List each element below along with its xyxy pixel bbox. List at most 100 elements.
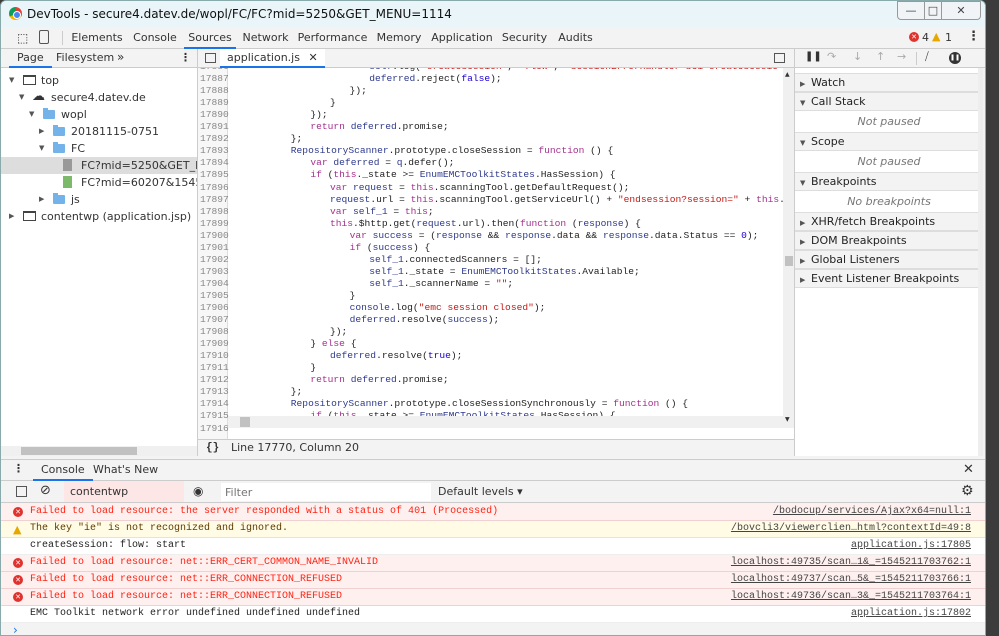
message-source-link[interactable]: localhost:49737/scan…5&_=1545211703766:1 <box>731 572 971 588</box>
editor-vertical-scrollbar[interactable]: ▲ ▼ <box>783 68 794 428</box>
tab-audits[interactable]: Audits <box>553 27 598 49</box>
step-icon[interactable]: → <box>897 50 906 63</box>
section-global-listeners[interactable]: ▶ Global Listeners <box>795 250 983 269</box>
navigator-menu-icon[interactable]: ⋮ <box>180 49 191 67</box>
folder-icon <box>53 142 65 153</box>
section-breakpoints[interactable]: ▼ Breakpoints <box>795 172 983 191</box>
console-prompt[interactable]: › <box>13 623 18 635</box>
tab-security[interactable]: Security <box>497 27 552 49</box>
maximize-button[interactable]: □ <box>924 1 942 20</box>
debugger-sidebar: ▶ Watch ▼ Call Stack Not paused ▼ Scope Not pau… <box>794 68 983 456</box>
collapsed-arrow-icon[interactable]: ▶ <box>9 208 14 225</box>
message-source-link[interactable]: application.js:17805 <box>851 538 971 554</box>
expanded-arrow-icon[interactable]: ▼ <box>19 89 24 106</box>
tree-item[interactable]: ▼ FC <box>1 140 197 157</box>
expanded-arrow-icon[interactable]: ▼ <box>39 140 44 157</box>
tab-network[interactable]: Network <box>237 27 294 49</box>
console-settings-icon[interactable]: ⚙ <box>961 483 974 499</box>
message-source-link[interactable]: /bovcli3/viewerclien…html?contextId=49:8 <box>731 521 971 537</box>
inspect-element-icon[interactable]: ⬚ <box>17 31 28 45</box>
tab-application[interactable]: Application <box>428 27 496 49</box>
debugger-scrollbar[interactable] <box>978 68 983 456</box>
tab-elements[interactable]: Elements <box>67 27 127 49</box>
collapsed-arrow-icon[interactable]: ▶ <box>39 123 44 140</box>
navigator-horizontal-scrollbar[interactable] <box>1 446 197 456</box>
section-event-listener-breakpoints[interactable]: ▶ Event Listener Breakpoints <box>795 269 983 288</box>
code-token: ( <box>361 241 373 253</box>
warning-count[interactable]: 1 <box>945 31 952 44</box>
deactivate-breakpoints-icon[interactable]: ⧸ <box>925 50 929 64</box>
code-text: var request = this.scanningTool.getDefau… <box>330 182 629 194</box>
tree-item[interactable]: ▶ contentwp (application.jsp) <box>1 208 197 225</box>
message-source-link[interactable]: /bodocup/services/Ajax?x64=null:1 <box>773 504 971 520</box>
section-label: Global Listeners <box>811 253 900 266</box>
tree-item[interactable]: FC?mid=60207&1545211670 <box>1 174 197 191</box>
section-dom-breakpoints[interactable]: ▶ DOM Breakpoints <box>795 231 983 250</box>
levels-dropdown[interactable]: Default levels ▾ <box>438 481 523 502</box>
pause-on-exceptions-icon[interactable]: ❚❚ <box>949 52 961 64</box>
section-watch[interactable]: ▶ Watch <box>795 73 983 92</box>
filter-input[interactable] <box>221 483 431 501</box>
collapsed-arrow-icon[interactable]: ▶ <box>39 191 44 208</box>
main-toolbar: ⬚ Elements Console Sources Network Performan… <box>1 27 985 49</box>
section-call-stack[interactable]: ▼ Call Stack <box>795 92 983 111</box>
tab-whats-new[interactable]: What's New <box>93 460 158 480</box>
expanded-arrow-icon[interactable]: ▼ <box>9 72 14 89</box>
drawer-menu-icon[interactable]: ⋮ <box>13 462 24 475</box>
tab-memory[interactable]: Memory <box>371 27 427 49</box>
empty-message: Not paused <box>857 155 921 168</box>
device-toolbar-icon[interactable] <box>39 30 49 44</box>
tree-item[interactable]: ▶ js <box>1 191 197 208</box>
toggle-navigator-icon[interactable] <box>205 53 216 63</box>
pretty-print-icon[interactable]: {} <box>206 440 219 456</box>
tree-item[interactable]: ▼ wopl <box>1 106 197 123</box>
minimize-button[interactable]: — <box>897 1 925 20</box>
section-scope[interactable]: ▼ Scope <box>795 132 983 151</box>
collapsed-arrow-icon: ▶ <box>800 80 806 88</box>
clear-console-icon[interactable]: ⊘ <box>40 483 51 498</box>
tab-filesystem[interactable]: Filesystem <box>56 49 114 67</box>
eye-icon[interactable]: ◉ <box>193 484 203 498</box>
code-token: deferred <box>330 350 377 362</box>
show-sidebar-icon[interactable] <box>16 486 27 497</box>
line-number: 17900 <box>200 229 229 241</box>
step-out-icon[interactable]: ↑ <box>876 50 885 63</box>
section-xhr-fetch-breakpoints[interactable]: ▶ XHR/fetch Breakpoints <box>795 212 983 231</box>
warning-icon: ▲ <box>13 523 22 536</box>
toggle-debugger-icon[interactable] <box>774 53 785 63</box>
editor-tab[interactable]: application.js ✕ <box>220 49 325 68</box>
step-into-icon[interactable]: ↓ <box>853 50 862 63</box>
step-over-icon[interactable]: ↷ <box>827 50 836 63</box>
expanded-arrow-icon[interactable]: ▼ <box>29 106 34 123</box>
pause-icon[interactable]: ❚❚ <box>805 51 822 62</box>
editor-tabbar: application.js ✕ <box>198 49 794 68</box>
message-source-link[interactable]: localhost:49735/scan…1&_=1545211703762:1 <box>731 555 971 571</box>
code-line: 17892}; <box>198 133 773 145</box>
message-source-link[interactable]: application.js:17802 <box>851 606 971 622</box>
message-text: createSession: flow: start <box>30 540 187 551</box>
close-window-button[interactable]: ✕ <box>941 1 981 20</box>
tree-item[interactable]: FC?mid=5250&GET_MENU=1114 <box>1 157 197 174</box>
tree-item[interactable]: ▼ ☁ secure4.datev.de <box>1 89 197 106</box>
warning-icon[interactable]: ▲ <box>932 30 940 43</box>
error-count[interactable]: 4 <box>922 31 929 44</box>
code-editor[interactable]: 17886self.log("createSession", "flow", "… <box>198 68 794 439</box>
tree-item[interactable]: ▼ top <box>1 72 197 89</box>
code-token: ( <box>566 217 578 229</box>
editor-horizontal-scrollbar[interactable] <box>228 416 783 428</box>
code-token: .data && <box>551 229 603 241</box>
tab-console[interactable]: Console <box>33 460 93 481</box>
context-selector[interactable]: contentwp (applicat... ▼ <box>64 481 184 519</box>
tab-performance[interactable]: Performance <box>295 27 370 49</box>
more-menu-icon[interactable]: ⋮ <box>967 29 980 44</box>
more-tabs-icon[interactable]: » <box>117 49 124 66</box>
close-drawer-icon[interactable]: ✕ <box>963 462 974 477</box>
tab-page[interactable]: Page <box>9 49 52 68</box>
close-tab-icon[interactable]: ✕ <box>308 51 317 64</box>
error-icon[interactable]: ✕ <box>909 32 919 42</box>
tab-sources[interactable]: Sources <box>184 27 236 49</box>
code-token: } <box>330 97 336 109</box>
message-source-link[interactable]: localhost:49736/scan…3&_=1545211703764:1 <box>731 589 971 605</box>
tab-console[interactable]: Console <box>127 27 183 49</box>
tree-item[interactable]: ▶ 20181115-0751 <box>1 123 197 140</box>
